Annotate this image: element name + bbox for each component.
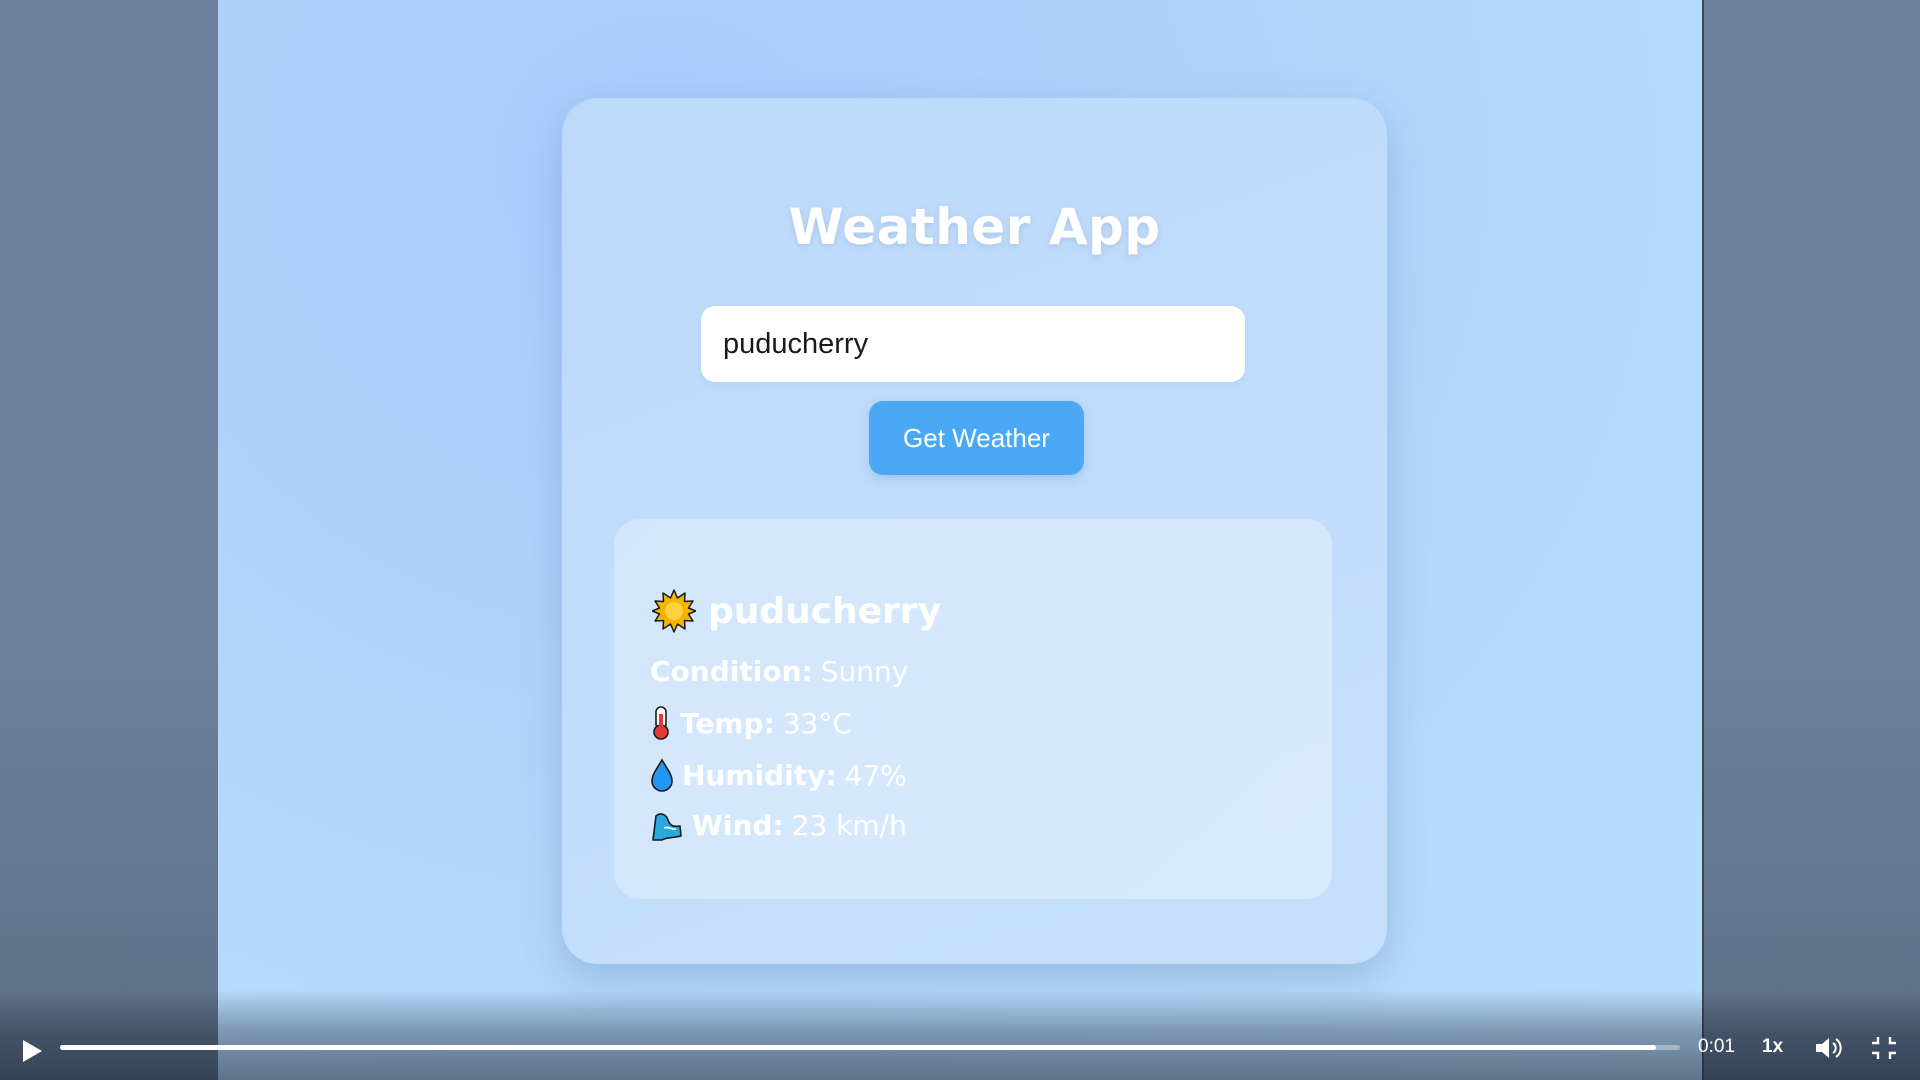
thermometer-icon: [653, 706, 669, 740]
humidity-value: 47%: [844, 758, 907, 792]
wind-value: 23 km/h: [791, 809, 907, 842]
condition-value: Sunny: [820, 655, 909, 688]
temp-value: 33°C: [782, 706, 852, 740]
exit-fullscreen-icon[interactable]: [1870, 1035, 1898, 1061]
app-title: Weather App: [788, 198, 1161, 256]
temp-row: Temp: 33°C: [650, 706, 852, 740]
city-search-input[interactable]: [701, 306, 1245, 382]
volume-icon[interactable]: [1814, 1034, 1844, 1062]
video-progress-fill: [60, 1045, 1656, 1050]
weather-card: Weather App Get Weather puducherry Condi…: [562, 98, 1387, 964]
get-weather-button[interactable]: Get Weather: [869, 401, 1084, 475]
temp-label: Temp:: [680, 706, 775, 740]
wind-label: Wind:: [692, 809, 784, 842]
letterbox-right: [1702, 0, 1920, 1080]
humidity-label: Humidity:: [682, 758, 837, 792]
video-frame: Weather App Get Weather puducherry Condi…: [218, 0, 1702, 1080]
wind-row: Wind: 23 km/h: [650, 809, 907, 842]
letterbox-left: [0, 0, 218, 1080]
weather-result-panel: puducherry Condition: Sunny Temp: 33°C H…: [614, 519, 1332, 899]
condition-label: Condition:: [650, 655, 813, 688]
droplet-icon: [651, 758, 673, 792]
video-progress-bar[interactable]: [60, 1045, 1680, 1050]
sun-icon: [652, 589, 696, 633]
result-city-name: puducherry: [708, 590, 942, 632]
screen: Weather App Get Weather puducherry Condi…: [0, 0, 1920, 1080]
time-display: 0:01: [1698, 1036, 1735, 1057]
play-icon[interactable]: [14, 1034, 48, 1068]
wind-icon: [652, 812, 682, 841]
playback-speed-button[interactable]: 1x: [1762, 1036, 1783, 1058]
result-city-row: puducherry: [652, 589, 941, 633]
condition-row: Condition: Sunny: [650, 655, 908, 688]
video-controls: [0, 990, 1920, 1080]
humidity-row: Humidity: 47%: [650, 758, 907, 792]
